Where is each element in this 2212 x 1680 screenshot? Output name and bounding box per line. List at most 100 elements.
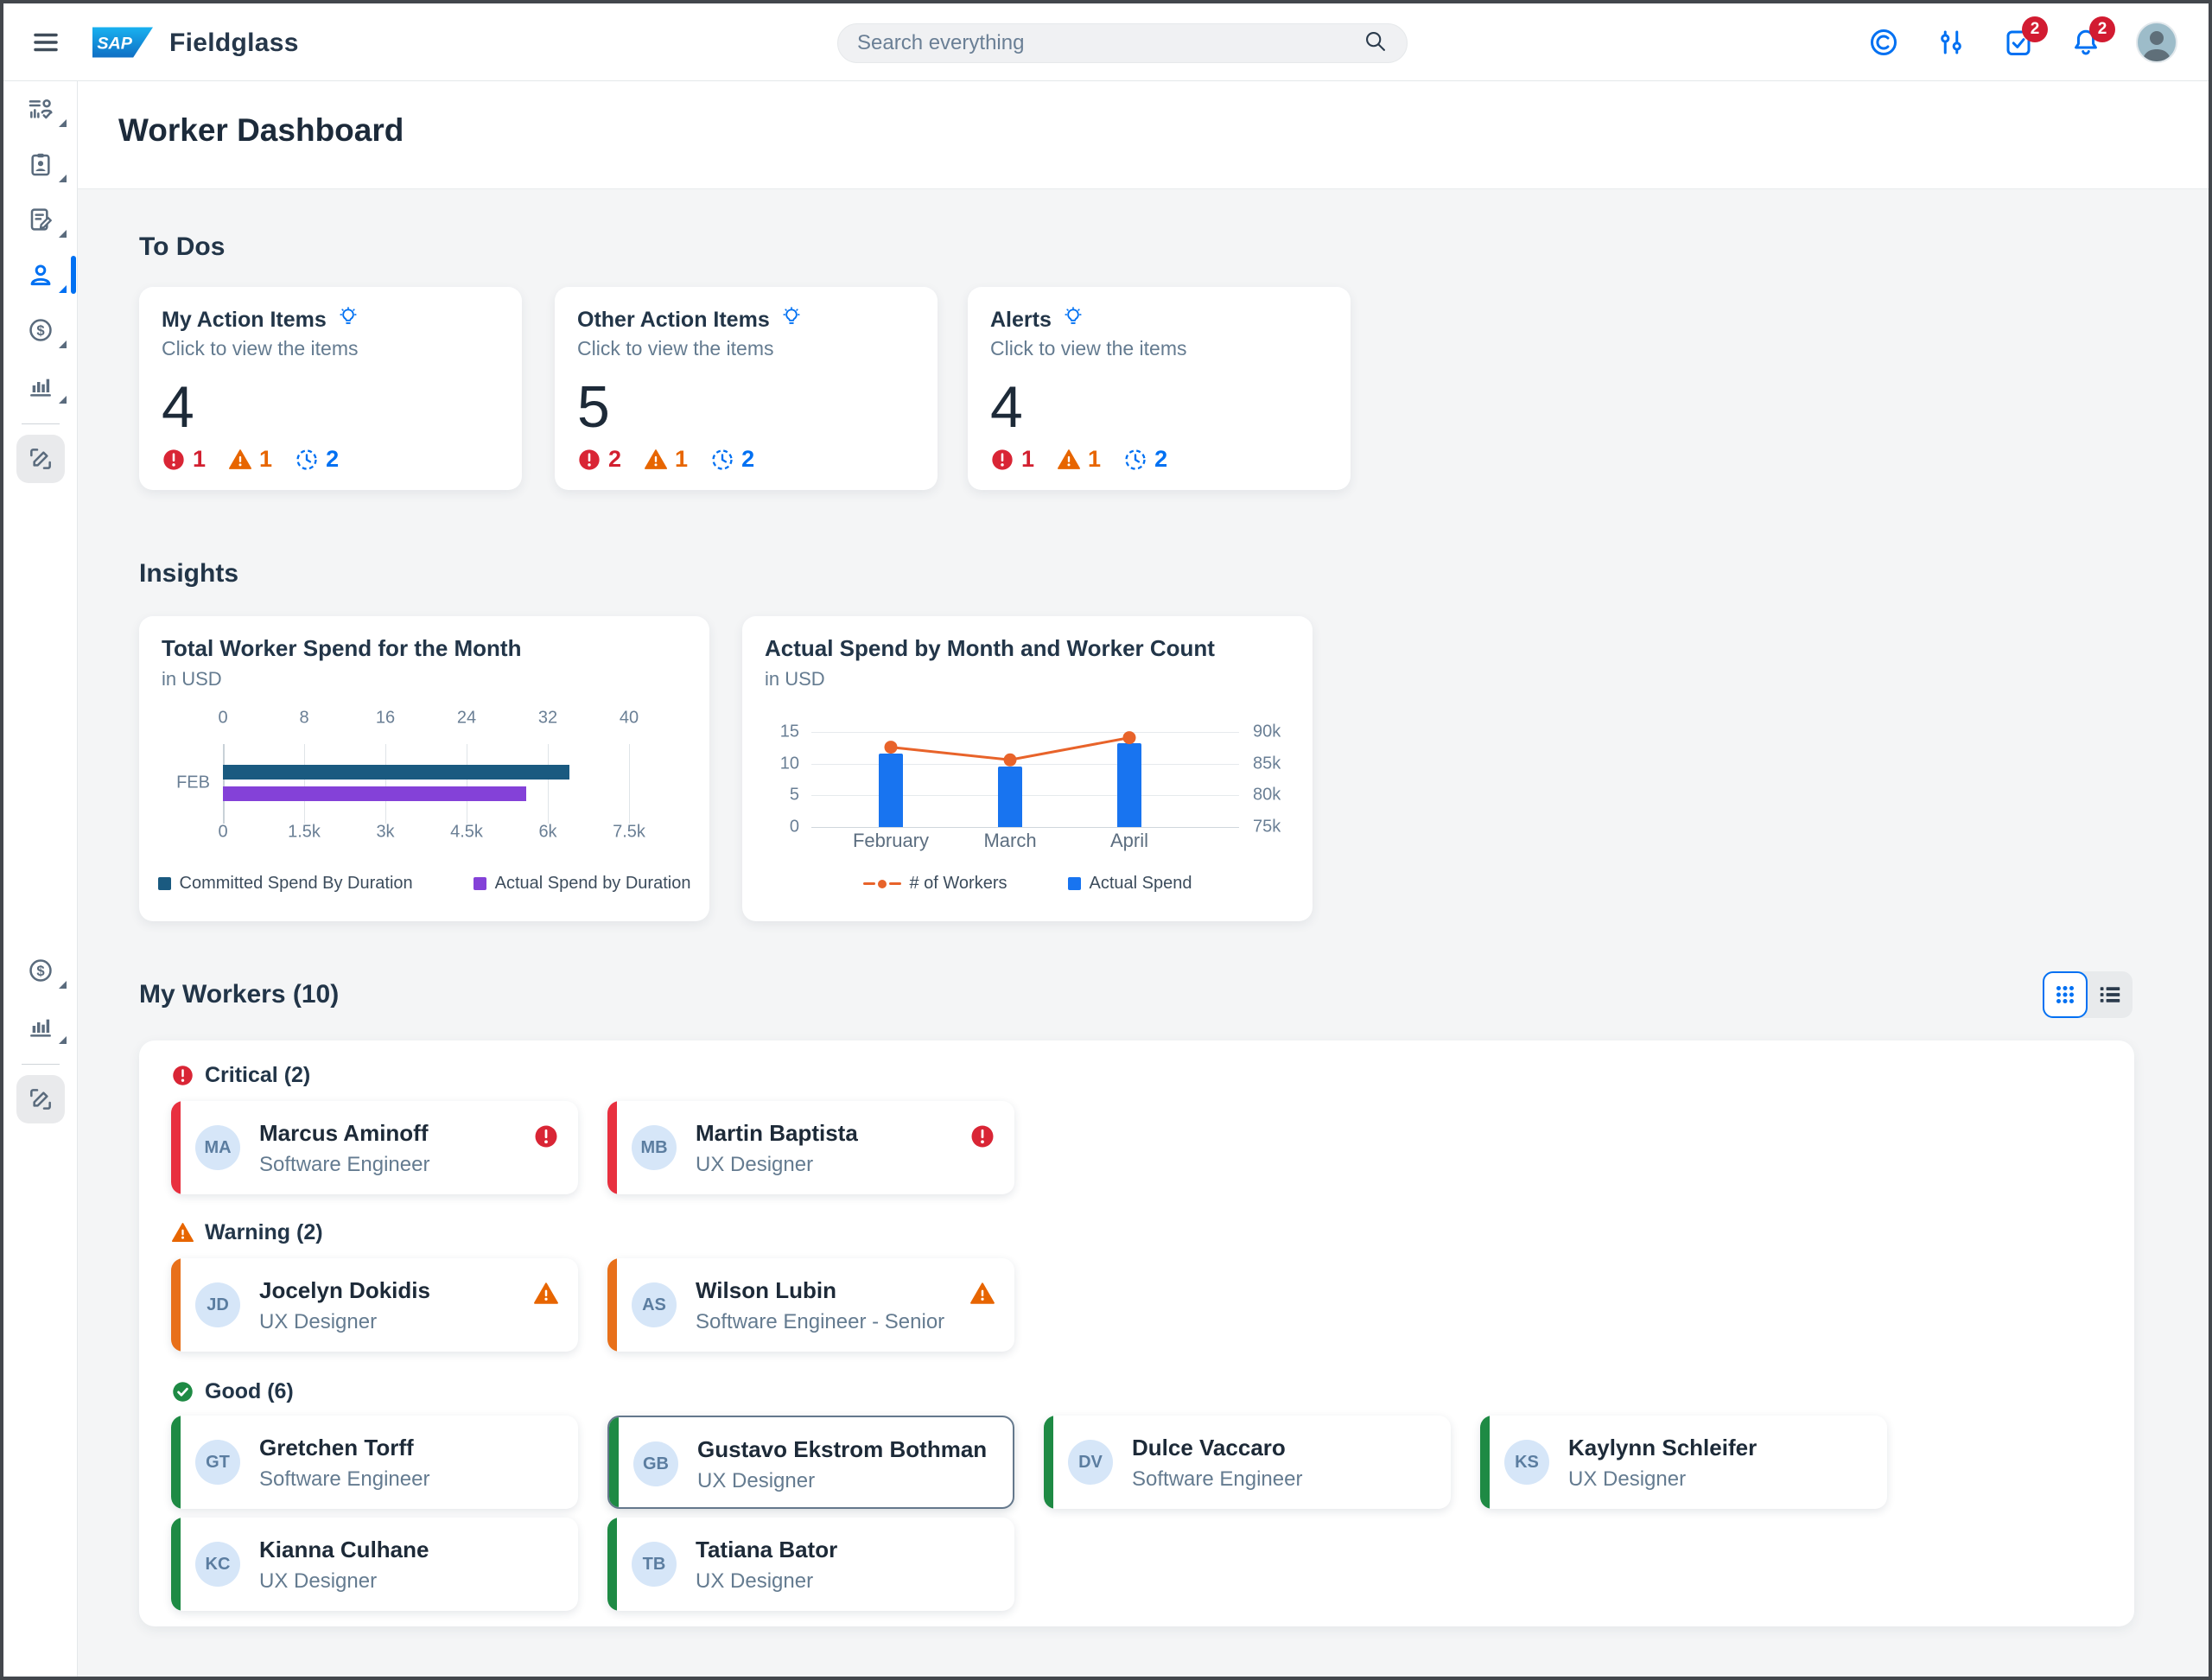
worker-role: Software Engineer	[1132, 1467, 1302, 1492]
top-axis-tick: 32	[538, 709, 557, 729]
group-label-warning: Warning (2)	[171, 1220, 323, 1245]
worker-name: Kianna Culhane	[259, 1537, 429, 1563]
edit-navigation-button[interactable]	[16, 435, 65, 483]
avatar: AS	[632, 1282, 677, 1327]
gridline	[811, 795, 1239, 796]
left-axis-tick: 10	[780, 754, 799, 773]
insight-bulb-icon	[337, 306, 359, 334]
gridline	[304, 744, 305, 824]
title-band: Worker Dashboard	[78, 81, 2209, 189]
critical-count: 1	[193, 446, 206, 473]
worker-card-tatiana-bator[interactable]: TB Tatiana Bator UX Designer	[607, 1518, 1014, 1611]
avatar: TB	[632, 1542, 677, 1587]
sidebar-item-analytics[interactable]	[3, 358, 78, 413]
worker-name: Gretchen Torff	[259, 1435, 414, 1461]
warning-status-icon	[533, 1281, 559, 1311]
user-avatar[interactable]	[2136, 22, 2177, 63]
worker-role: UX Designer	[259, 1569, 377, 1594]
gridline	[811, 827, 1239, 828]
bar-February	[879, 754, 903, 827]
search-bar[interactable]	[837, 23, 1408, 63]
list-view-button[interactable]	[2088, 971, 2133, 1018]
sidebar-item-job-postings[interactable]	[3, 137, 78, 192]
worker-card-wilson-lubin[interactable]: AS Wilson Lubin Software Engineer - Seni…	[607, 1258, 1014, 1352]
svg-text:$: $	[36, 322, 45, 339]
todo-card-alerts[interactable]: Alerts Click to view the items 4 1 1 2	[968, 287, 1351, 490]
legend-actual-spend: Actual Spend	[1068, 874, 1192, 894]
avatar: GT	[195, 1440, 240, 1485]
chart-actual-spend-worker-count: Actual Spend by Month and Worker Count i…	[742, 616, 1313, 921]
worker-role: UX Designer	[1568, 1467, 1686, 1492]
edit-navigation-button-secondary[interactable]	[16, 1075, 65, 1123]
worker-card-martin-baptista[interactable]: MB Martin Baptista UX Designer	[607, 1101, 1014, 1194]
worker-card-jocelyn-dokidis[interactable]: JD Jocelyn Dokidis UX Designer	[171, 1258, 578, 1352]
group-label-good: Good (6)	[171, 1379, 294, 1404]
worker-card-kianna-culhane[interactable]: KC Kianna Culhane UX Designer	[171, 1518, 578, 1611]
worker-card-gretchen-torff[interactable]: GT Gretchen Torff Software Engineer	[171, 1416, 578, 1509]
legend-worker-count: # of Workers	[863, 874, 1007, 894]
worker-card-kaylynn-schleifer[interactable]: KS Kaylynn Schleifer UX Designer	[1480, 1416, 1887, 1509]
todo-card-count: 4	[162, 373, 194, 441]
avatar: DV	[1068, 1440, 1113, 1485]
todo-card-other-action-items[interactable]: Other Action Items Click to view the ite…	[555, 287, 938, 490]
insights-heading: Insights	[139, 559, 238, 589]
todo-card-title: Other Action Items	[577, 308, 770, 333]
worker-row-warning: JD Jocelyn Dokidis UX Designer AS Wilson…	[171, 1258, 2102, 1352]
sidebar-secondary-group: $	[3, 943, 78, 1123]
sidebar-item-workforce-overview[interactable]	[3, 81, 78, 137]
worker-card-dulce-vaccaro[interactable]: DV Dulce Vaccaro Software Engineer	[1044, 1416, 1451, 1509]
pending-count: 2	[1154, 446, 1167, 473]
sidebar-item-contracts[interactable]	[3, 192, 78, 247]
my-workers-panel: Critical (2) MA Marcus Aminoff Software …	[139, 1040, 2134, 1626]
worker-card-gustavo-ekstrom-bothman[interactable]: GB Gustavo Ekstrom Bothman UX Designer	[607, 1416, 1014, 1509]
worker-name: Marcus Aminoff	[259, 1120, 429, 1147]
menu-icon[interactable]	[29, 27, 62, 58]
worker-name: Kaylynn Schleifer	[1568, 1435, 1757, 1461]
grid-view-button[interactable]	[2043, 971, 2088, 1018]
settings-sliders-icon[interactable]	[1934, 25, 1968, 60]
svg-text:$: $	[36, 963, 45, 979]
brand-name: Fieldglass	[169, 29, 299, 58]
todo-card-my-action-items[interactable]: My Action Items Click to view the items …	[139, 287, 522, 490]
worker-card-marcus-aminoff[interactable]: MA Marcus Aminoff Software Engineer	[171, 1101, 578, 1194]
avatar: GB	[633, 1441, 678, 1486]
worker-name: Jocelyn Dokidis	[259, 1277, 430, 1304]
sidebar-item-spend[interactable]: $	[3, 943, 78, 998]
search-input[interactable]	[857, 31, 1363, 55]
insight-bulb-icon	[1062, 306, 1084, 334]
pending-count: 2	[741, 446, 754, 473]
todo-card-badges: 1 1 2	[990, 446, 1167, 473]
main-content: To Dos My Action Items Click to view the…	[78, 189, 2209, 1677]
worker-role: UX Designer	[696, 1569, 813, 1594]
avatar: KS	[1504, 1440, 1549, 1485]
avatar: MB	[632, 1125, 677, 1170]
worker-role: UX Designer	[696, 1153, 813, 1177]
todos-heading: To Dos	[139, 232, 225, 262]
bar-March	[998, 767, 1022, 827]
tasks-icon[interactable]: 2	[2001, 25, 2036, 60]
worker-role: UX Designer	[259, 1310, 377, 1334]
critical-count: 1	[1021, 446, 1034, 473]
bottom-axis-tick: 4.5k	[450, 823, 483, 843]
sidebar-item-invoices[interactable]: $	[3, 302, 78, 358]
sidebar-divider	[22, 423, 60, 424]
right-axis-tick: 85k	[1253, 754, 1281, 773]
warning-count: 1	[259, 446, 272, 473]
worker-dashboard-page: SAP Fieldglass 2 2	[0, 0, 2212, 1680]
active-indicator	[71, 256, 76, 294]
category-label: April	[1110, 830, 1148, 852]
search-icon[interactable]	[1363, 29, 1388, 58]
gridline	[548, 744, 549, 824]
category-label: March	[983, 830, 1036, 852]
category-label: February	[853, 830, 929, 852]
gridline	[811, 732, 1239, 733]
critical-status-icon	[533, 1123, 559, 1154]
notifications-bell-icon[interactable]: 2	[2069, 25, 2103, 60]
copilot-icon[interactable]	[1866, 25, 1901, 60]
bar-1	[223, 786, 526, 801]
todo-card-badges: 2 1 2	[577, 446, 754, 473]
sidebar-item-workers[interactable]	[3, 247, 78, 302]
sidebar-item-reports[interactable]	[3, 998, 78, 1053]
insight-bulb-icon	[780, 306, 803, 334]
topbar-actions: 2 2	[1866, 3, 2177, 81]
